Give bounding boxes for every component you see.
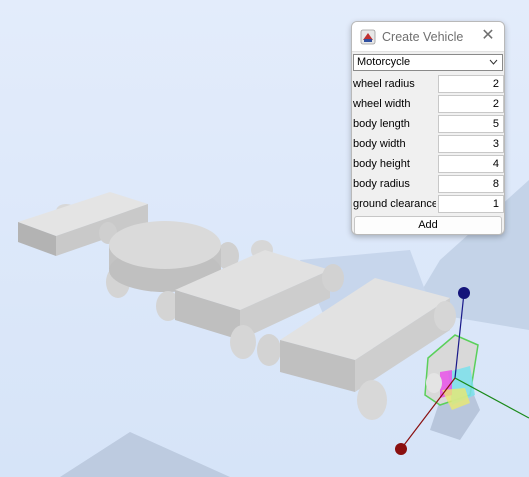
dialog-titlebar[interactable]: Create Vehicle ✕ xyxy=(352,22,504,52)
create-vehicle-dialog: Create Vehicle ✕ Motorcycle wheel radius… xyxy=(351,21,505,235)
param-label: body height xyxy=(353,158,410,170)
param-row: body radius 8 xyxy=(352,174,504,194)
body-height-input[interactable]: 4 xyxy=(438,155,504,173)
vehicle-type-value: Motorcycle xyxy=(357,56,411,68)
parameter-list: wheel radius 2 wheel width 2 body length… xyxy=(352,74,504,214)
param-label: wheel width xyxy=(353,98,411,110)
param-row: body height 4 xyxy=(352,154,504,174)
body-radius-input[interactable]: 8 xyxy=(438,175,504,193)
chevron-down-icon xyxy=(489,59,498,65)
param-row: body length 5 xyxy=(352,114,504,134)
param-row: wheel radius 2 xyxy=(352,74,504,94)
y-axis-handle[interactable] xyxy=(458,287,470,299)
param-row: wheel width 2 xyxy=(352,94,504,114)
param-label: wheel radius xyxy=(353,78,415,90)
param-row: ground clearance 1 xyxy=(352,194,504,214)
body-length-input[interactable]: 5 xyxy=(438,115,504,133)
wheel-width-input[interactable]: 2 xyxy=(438,95,504,113)
vehicle-app-icon xyxy=(360,29,376,44)
param-label: ground clearance xyxy=(353,198,437,210)
x-axis-handle[interactable] xyxy=(395,443,407,455)
ground-clearance-input[interactable]: 1 xyxy=(438,195,504,213)
param-label: body length xyxy=(353,118,410,130)
param-label: body radius xyxy=(353,178,410,190)
close-icon[interactable]: ✕ xyxy=(480,28,496,44)
param-label: body width xyxy=(353,138,406,150)
dialog-title: Create Vehicle xyxy=(382,29,464,44)
param-row: body width 3 xyxy=(352,134,504,154)
body-width-input[interactable]: 3 xyxy=(438,135,504,153)
vehicle-type-select[interactable]: Motorcycle xyxy=(353,54,503,71)
wheel-radius-input[interactable]: 2 xyxy=(438,75,504,93)
add-button[interactable]: Add xyxy=(354,216,502,234)
